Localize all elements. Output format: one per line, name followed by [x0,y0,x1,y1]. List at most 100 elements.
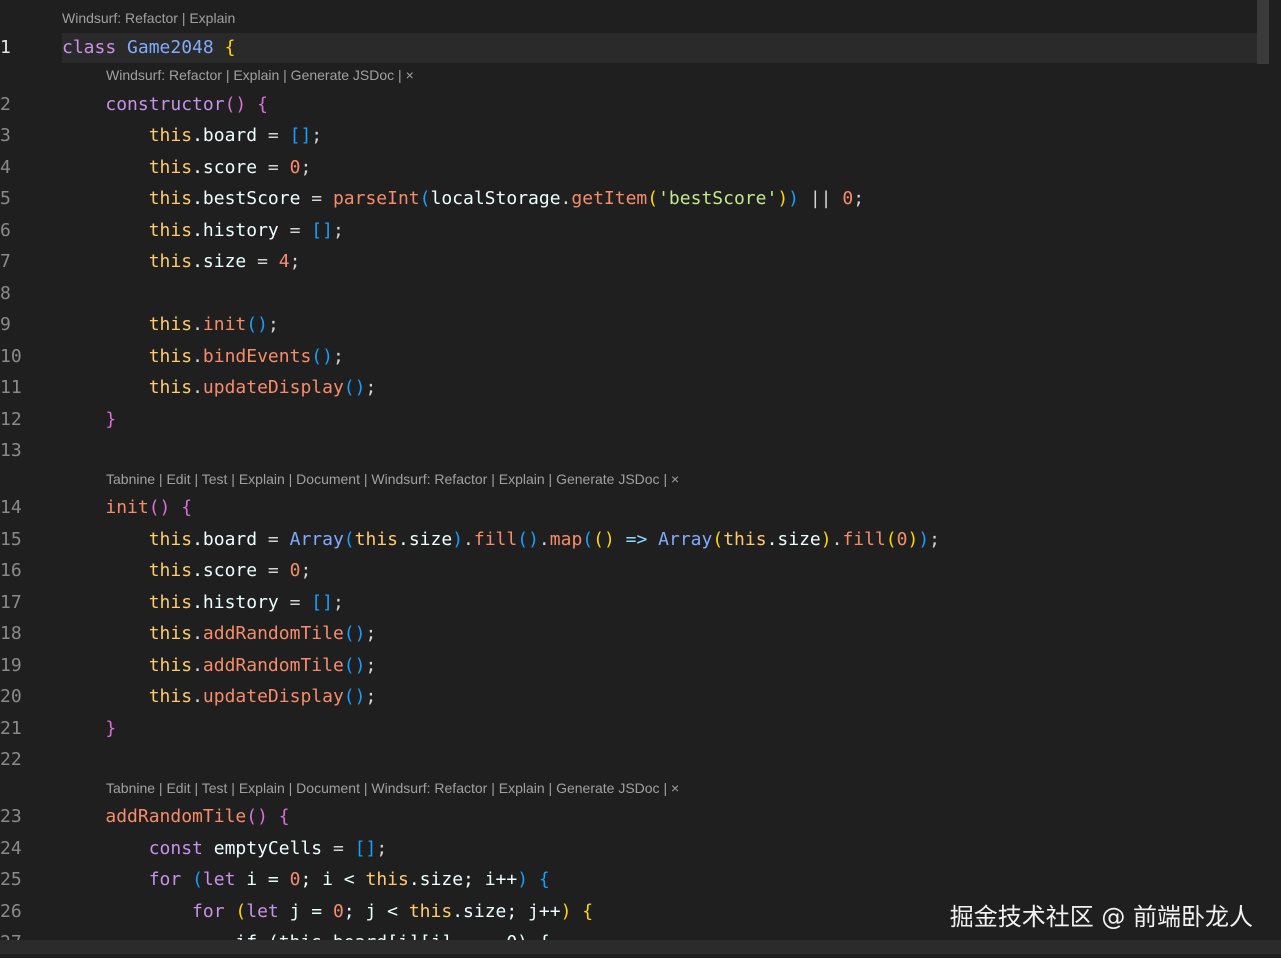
code-token: . [831,529,843,550]
code-token: this [148,314,193,335]
line-number: 9 [0,314,11,335]
code-token: = [246,251,279,272]
code-token: ; [929,529,941,550]
code-token: = [257,560,290,581]
line-number: 7 [0,251,11,272]
code-line[interactable]: this.history = []; [62,588,344,618]
code-lens-constructor[interactable]: Windsurf: Refactor | Explain | Generate … [106,65,414,85]
code-token: this [148,592,193,613]
code-line[interactable]: this.updateDisplay(); [62,373,377,403]
code-token: getItem [571,188,648,209]
code-lens-init[interactable]: Tabnine | Edit | Test | Explain | Docume… [106,469,679,489]
code-line[interactable]: for (let j = 0; j < this.size; j++) { [62,897,593,927]
code-line[interactable]: } [62,714,116,744]
code-token: this [723,529,767,550]
line-number: 21 [0,718,22,739]
code-token: this [148,623,193,644]
code-line[interactable]: this.addRandomTile(); [62,619,377,649]
code-token: . [192,314,203,335]
code-token: ) [907,529,919,550]
code-token: ; [300,560,312,581]
code-token: .history [192,592,279,613]
code-token: .board [192,529,258,550]
code-line[interactable]: this.updateDisplay(); [62,682,377,712]
code-editor[interactable]: 1 2 3 4 5 6 7 8 9 10 11 12 13 14 15 16 1… [0,0,1281,954]
code-token: init [105,497,149,518]
code-line[interactable]: this.addRandomTile(); [62,651,377,681]
code-token: = [300,188,333,209]
code-token: . [192,686,203,707]
code-lens-class[interactable]: Windsurf: Refactor | Explain [62,8,235,28]
code-line[interactable]: this.init(); [62,310,279,340]
code-token: [] [311,592,333,613]
code-token: let [202,869,236,890]
code-token: ) [517,869,529,890]
vertical-scrollbar[interactable] [1257,0,1269,940]
code-line[interactable]: this.board = Array(this.size).fill().map… [62,525,940,555]
code-line[interactable]: this.bestScore = parseInt(localStorage.g… [62,184,864,214]
code-token: ; [311,125,323,146]
code-token: ; [267,314,279,335]
code-token: ) [452,529,464,550]
code-line[interactable]: class Game2048 { [62,33,235,63]
code-token: 0 [289,560,301,581]
code-token: ; [365,655,377,676]
code-token: this [148,655,193,676]
code-token: this [148,529,193,550]
code-token: .size; j++ [452,901,561,922]
code-token: } [105,718,117,739]
code-line[interactable]: this.history = []; [62,216,344,246]
code-token: this [365,869,409,890]
code-token: ( [885,529,897,550]
code-line[interactable]: constructor() { [62,90,268,120]
code-line[interactable]: } [62,405,116,435]
code-line[interactable]: init() { [62,493,192,523]
code-token: this [354,529,398,550]
vertical-scrollbar-thumb[interactable] [1257,0,1269,64]
code-line[interactable]: for (let i = 0; i < this.size; i++) { [62,865,550,895]
code-token: () [148,497,171,518]
code-line[interactable]: addRandomTile() { [62,802,289,832]
watermark: 掘金技术社区 @ 前端卧龙人 [949,903,1253,931]
code-token: ) [788,188,799,209]
code-token: this [148,377,193,398]
code-line[interactable]: const emptyCells = []; [62,834,387,864]
code-token: addRandomTile [202,623,344,644]
line-number: 13 [0,440,22,461]
code-line[interactable]: this.board = []; [62,121,322,151]
horizontal-scrollbar[interactable] [0,940,1281,954]
code-token: this [408,901,453,922]
code-token: ) [918,529,930,550]
code-token: || [799,188,843,209]
code-line[interactable]: this.bindEvents(); [62,342,344,372]
code-token: ( [419,188,431,209]
code-token: () [224,94,247,115]
code-token: () [343,623,366,644]
code-token: ; [332,346,344,367]
code-token: { [224,37,236,58]
code-line[interactable]: this.score = 0; [62,153,312,183]
code-token: . [538,529,550,550]
code-token: . [192,623,203,644]
line-number: 19 [0,655,22,676]
line-number-gutter: 1 2 3 4 5 6 7 8 9 10 11 12 13 14 15 16 1… [0,0,52,954]
code-token: { [582,901,594,922]
code-lens-add-random-tile[interactable]: Tabnine | Edit | Test | Explain | Docume… [106,778,679,798]
line-number: 17 [0,592,22,613]
code-line[interactable]: this.size = 4; [62,247,301,277]
code-token: . [560,188,572,209]
code-token: Array [289,529,344,550]
code-line[interactable]: this.score = 0; [62,556,312,586]
code-token: ; [853,188,865,209]
